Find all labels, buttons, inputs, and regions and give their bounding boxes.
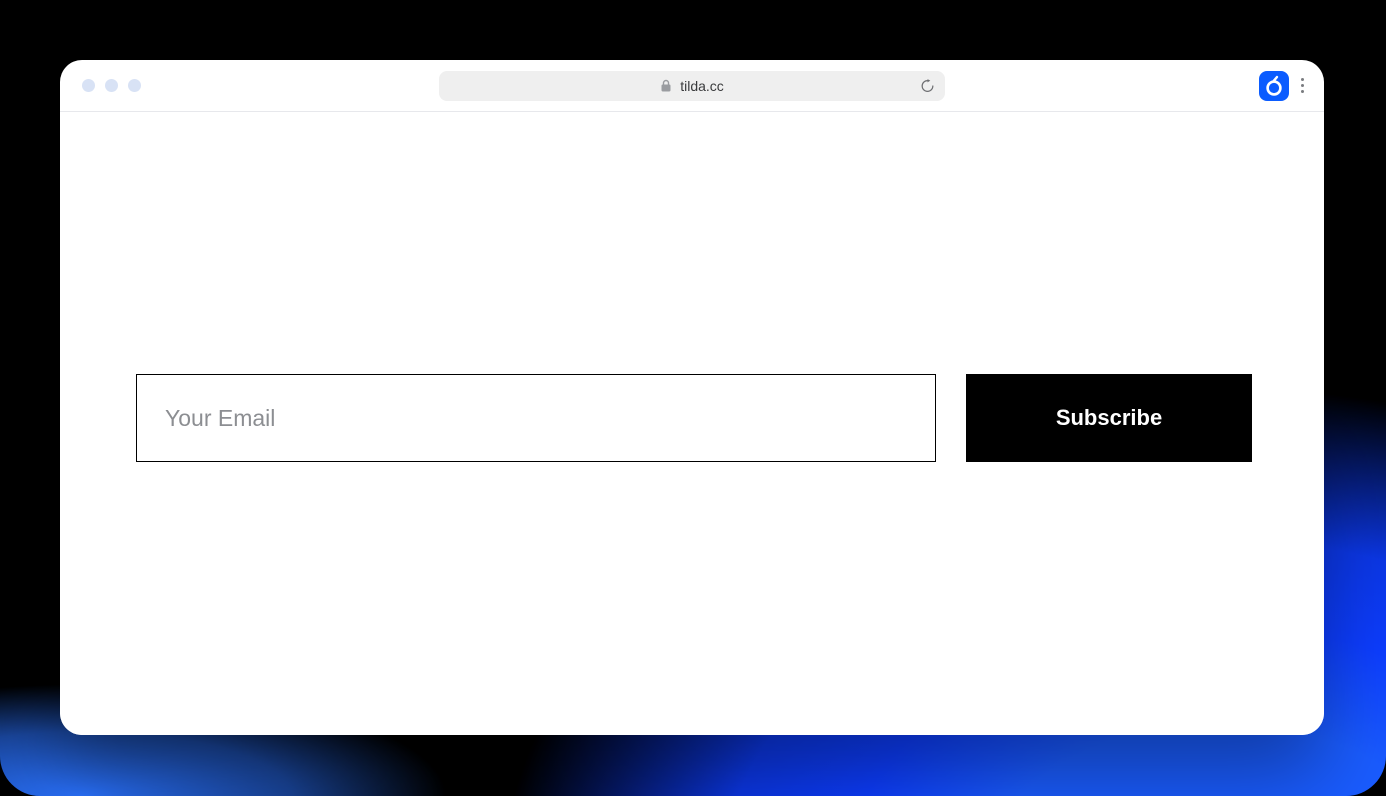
window-controls [82,79,141,92]
browser-window: tilda.cc [60,60,1324,735]
subscribe-button[interactable]: Subscribe [966,374,1252,462]
app-frame: tilda.cc [0,0,1386,796]
kebab-menu-icon[interactable] [1299,74,1306,97]
subscribe-form: Subscribe [136,374,1252,462]
address-bar[interactable]: tilda.cc [439,71,945,101]
page-content: Subscribe [60,112,1324,735]
window-control-zoom[interactable] [128,79,141,92]
window-control-close[interactable] [82,79,95,92]
extension-icon [1264,75,1284,97]
browser-titlebar: tilda.cc [60,60,1324,112]
extension-badge[interactable] [1259,71,1289,101]
email-field[interactable] [136,374,936,462]
lock-icon [660,79,672,92]
window-control-minimize[interactable] [105,79,118,92]
address-url: tilda.cc [680,78,724,94]
titlebar-right [1259,71,1306,101]
reload-icon[interactable] [920,78,935,93]
